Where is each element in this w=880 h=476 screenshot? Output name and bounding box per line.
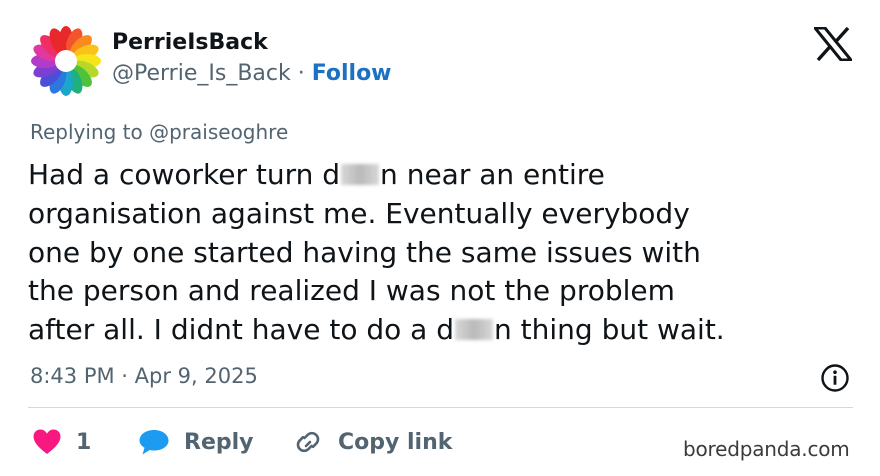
heart-icon [33, 429, 61, 454]
author-display-name[interactable]: PerrieIsBack [112, 30, 268, 55]
tweet-line: Had a coworker turn dn near an entire [28, 158, 605, 191]
link-icon [296, 431, 320, 453]
copy-link-label: Copy link [338, 429, 453, 455]
follow-button[interactable]: Follow [312, 61, 392, 86]
x-logo-icon[interactable] [814, 27, 852, 61]
like-button[interactable]: 1 [32, 425, 91, 459]
copy-link-button[interactable]: Copy link [292, 425, 452, 459]
tweet-timestamp[interactable]: 8:43 PM · Apr 9, 2025 [30, 364, 258, 388]
reply-label: Reply [184, 429, 254, 455]
divider [28, 407, 853, 408]
separator-dot: · [297, 61, 305, 86]
replying-to[interactable]: Replying to @praiseoghre [30, 120, 288, 144]
author-handle[interactable]: @Perrie_Is_Back [112, 61, 291, 86]
tweet-line: one by one started having the same issue… [28, 235, 701, 269]
reply-button[interactable]: Reply [138, 425, 254, 459]
tweet-line: organisation against me. Eventually ever… [28, 196, 690, 230]
author-handle-line: @Perrie_Is_Back · Follow [112, 61, 392, 86]
info-icon[interactable] [820, 363, 850, 393]
like-count: 1 [76, 429, 92, 455]
tweet-line: the person and realized I was not the pr… [28, 274, 675, 308]
tweet-line: after all. I didnt have to do a dn thing… [28, 313, 725, 347]
speech-bubble-icon [139, 430, 169, 455]
watermark: boredpanda.com [683, 437, 850, 461]
avatar[interactable] [30, 25, 102, 97]
censored-blur [341, 163, 380, 185]
censored-blur [455, 318, 494, 340]
tweet-body: Had a coworker turn dn near an entire or… [28, 156, 858, 350]
